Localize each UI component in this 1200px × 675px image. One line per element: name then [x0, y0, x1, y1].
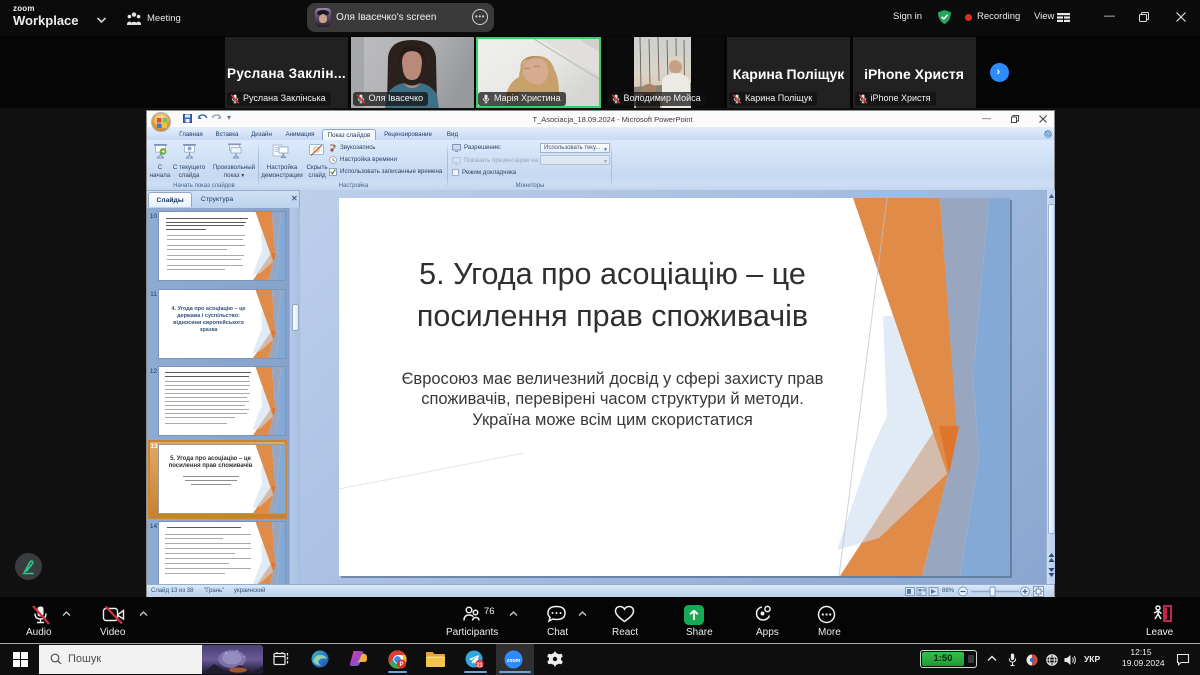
svg-text:21: 21 — [476, 663, 482, 669]
svg-text:P: P — [399, 663, 403, 669]
svg-text:@: @ — [1045, 132, 1051, 138]
svg-text:zoom: zoom — [507, 658, 521, 664]
